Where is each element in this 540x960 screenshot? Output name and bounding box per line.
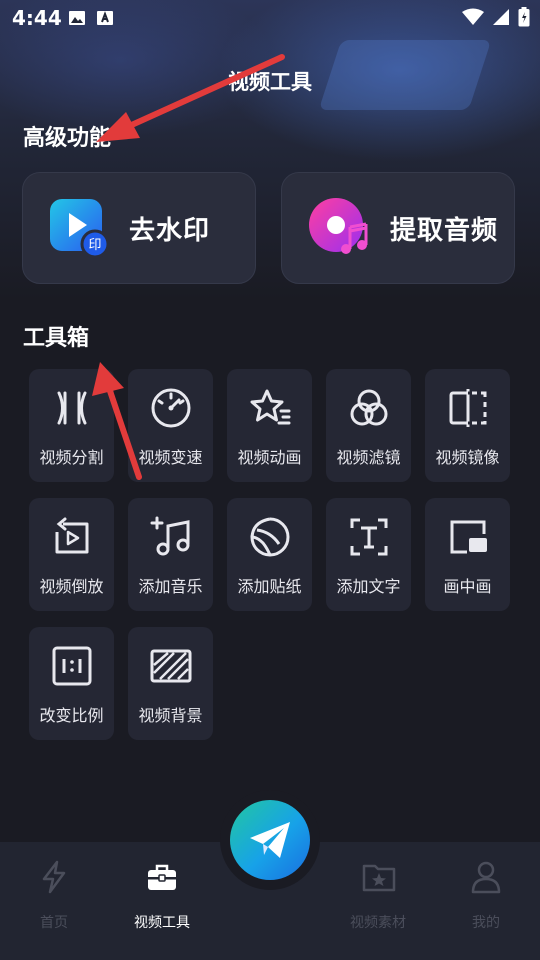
folder-star-icon (362, 864, 396, 892)
user-icon (471, 861, 501, 894)
nav-home-label: 首页 (40, 915, 68, 931)
paper-plane-icon (250, 822, 290, 858)
arrow-to-toolbox (92, 362, 142, 480)
nav-video-tools-label: 视频工具 (134, 915, 190, 931)
center-action-button[interactable] (230, 800, 310, 880)
lightning-icon (42, 860, 66, 894)
toolbox-icon (148, 864, 176, 890)
arrow-to-premium (96, 54, 285, 142)
nav-video-assets-label: 视频素材 (350, 915, 406, 931)
nav-profile[interactable]: 我的 (446, 842, 526, 960)
nav-profile-label: 我的 (472, 915, 500, 931)
nav-video-tools[interactable]: 视频工具 (122, 842, 202, 960)
nav-home[interactable]: 首页 (14, 842, 94, 960)
nav-video-assets[interactable]: 视频素材 (338, 842, 418, 960)
